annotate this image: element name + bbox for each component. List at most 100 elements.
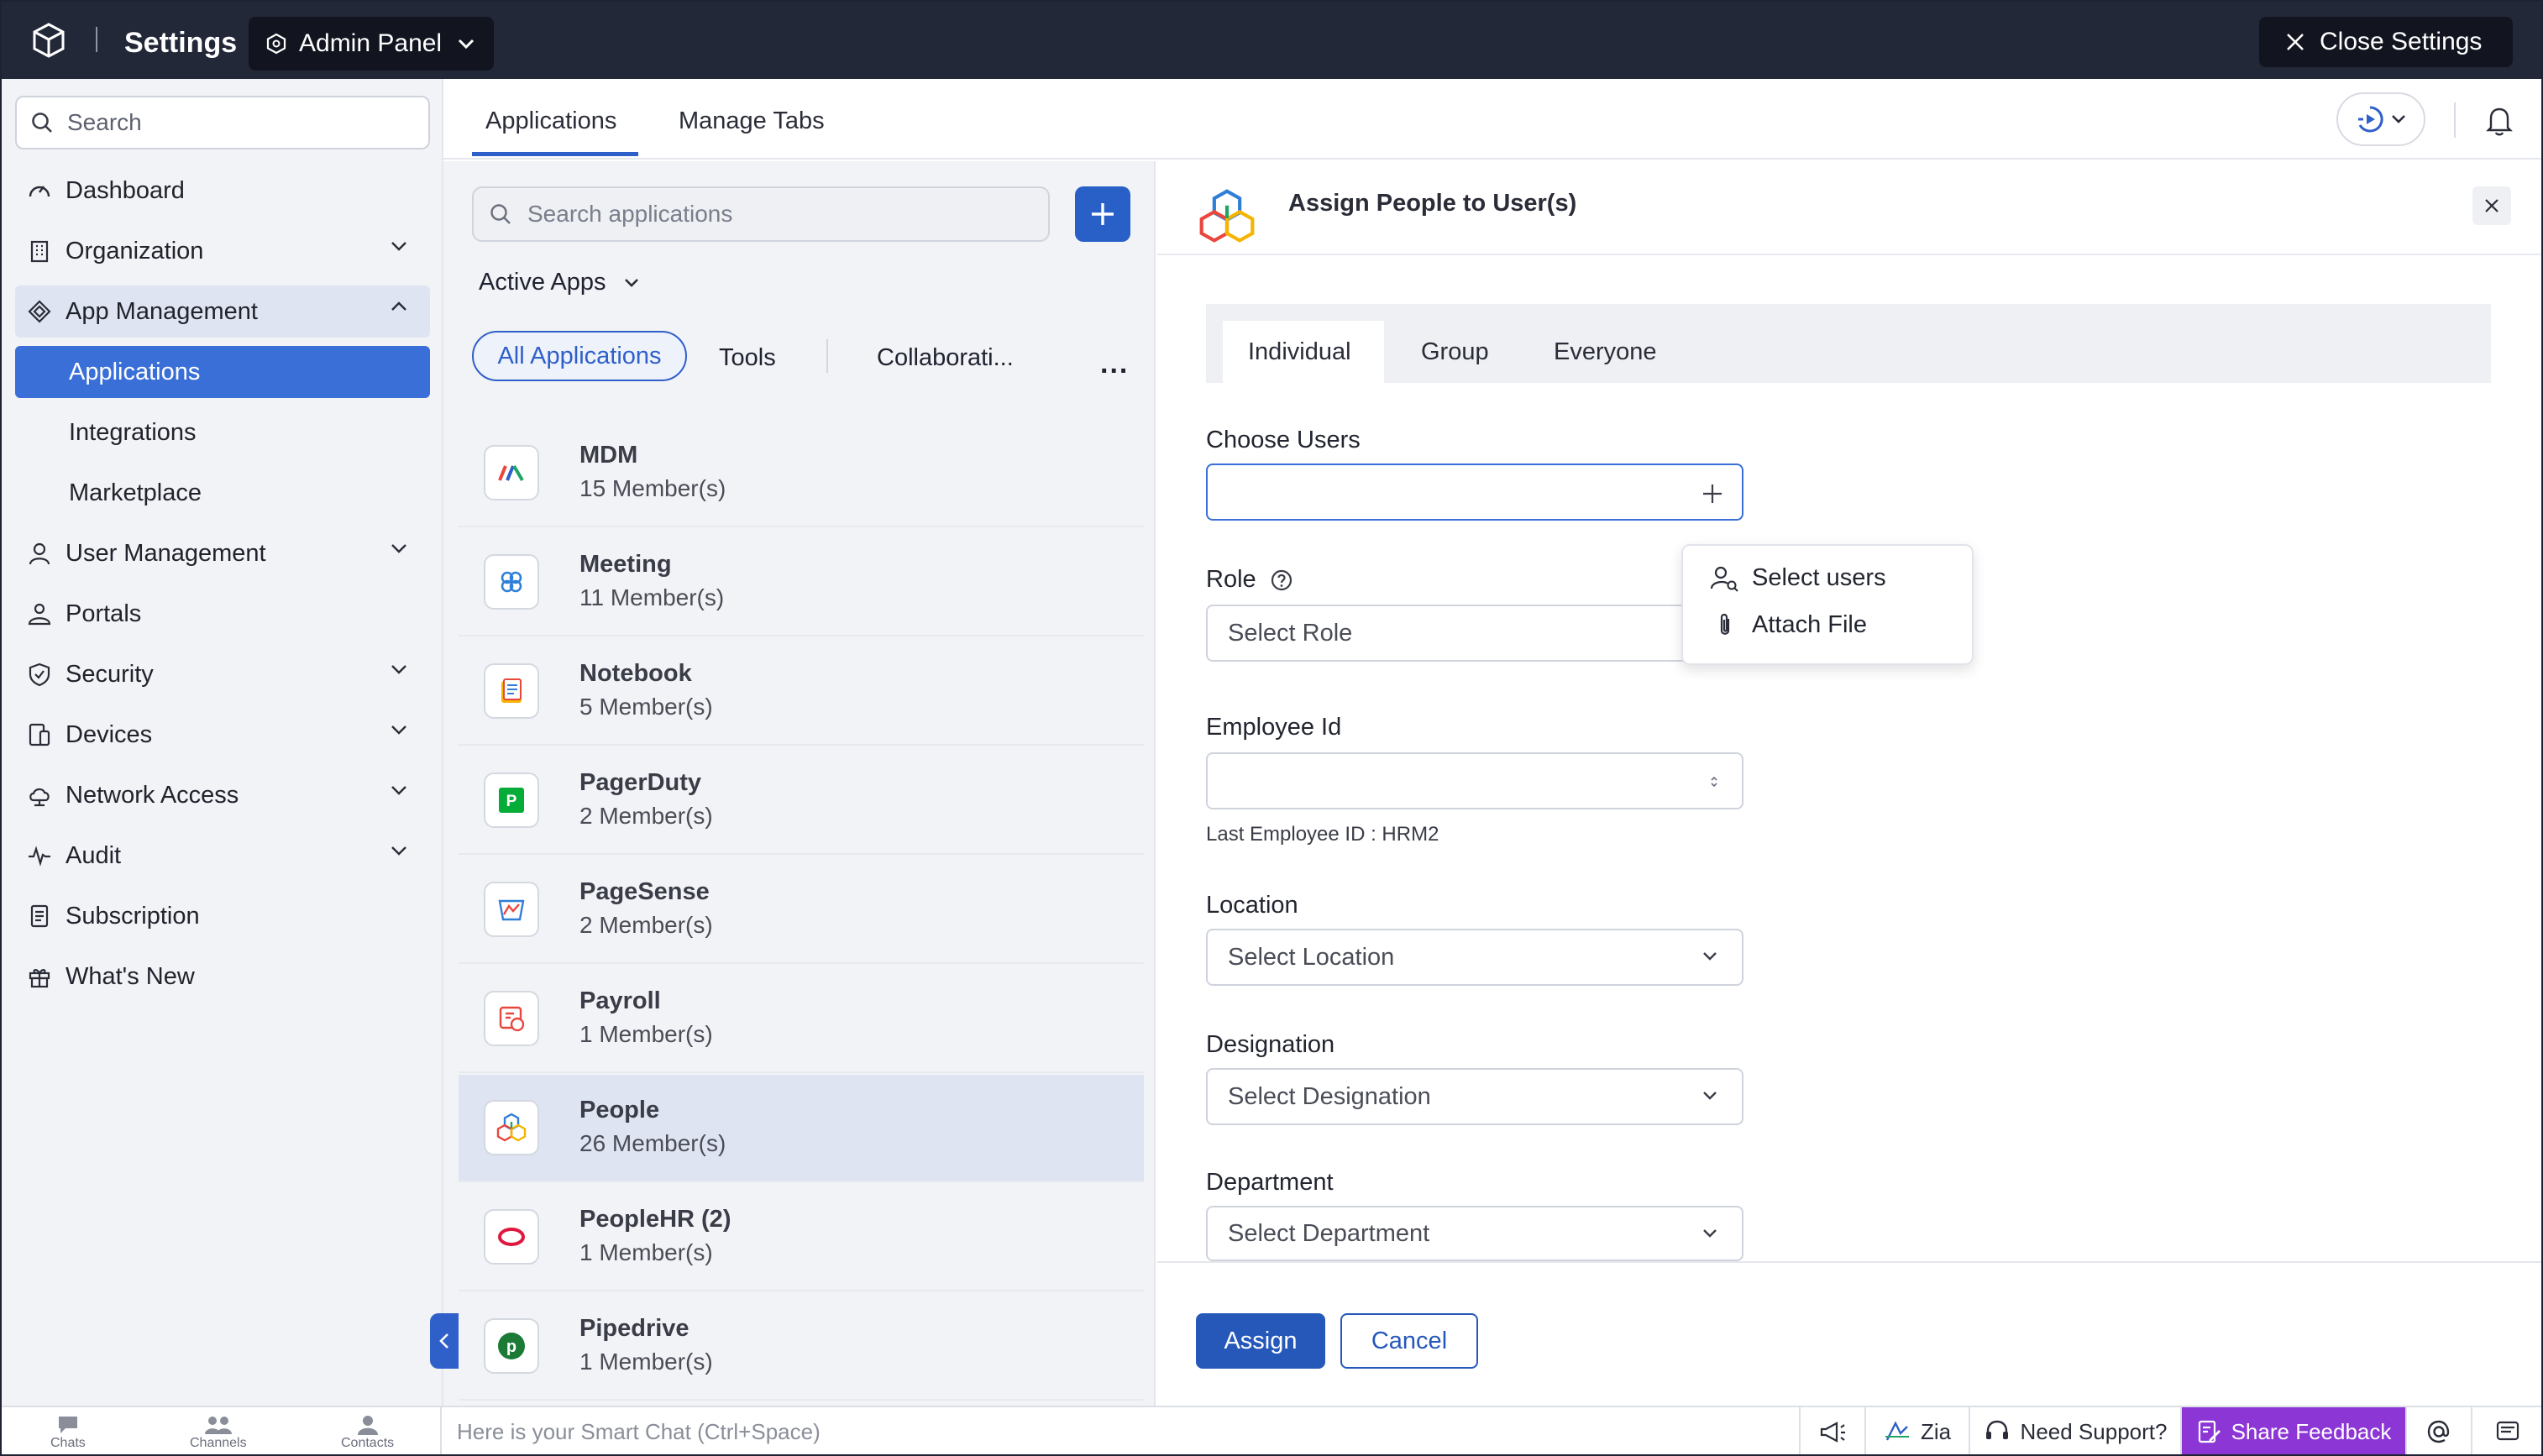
app-name: People xyxy=(579,1097,660,1123)
sidebar-item-organization[interactable]: Organization xyxy=(15,225,430,277)
app-logo-icon[interactable] xyxy=(30,22,67,59)
app-row-mdm[interactable]: MDM 15 Member(s) xyxy=(459,420,1144,527)
at-sign-icon xyxy=(2425,1417,2453,1446)
sidebar-item-security[interactable]: Security xyxy=(15,648,430,700)
category-tools[interactable]: Tools xyxy=(719,344,776,372)
app-row-pipedrive[interactable]: p Pipedrive 1 Member(s) xyxy=(459,1293,1144,1401)
app-row-peoplehr[interactable]: PeopleHR (2) 1 Member(s) xyxy=(459,1184,1144,1291)
chevron-down-icon xyxy=(457,38,475,50)
smart-chat-input[interactable]: Here is your Smart Chat (Ctrl+Space) xyxy=(457,1419,821,1445)
chevron-left-icon xyxy=(438,1332,450,1350)
plus-icon xyxy=(1088,200,1117,228)
help-icon[interactable] xyxy=(1270,568,1293,592)
sidebar-item-integrations[interactable]: Integrations xyxy=(15,406,430,458)
cancel-button[interactable]: Cancel xyxy=(1340,1313,1478,1369)
onboarding-play-button[interactable] xyxy=(2336,92,2425,146)
admin-panel-label: Admin Panel xyxy=(299,29,443,57)
tab-manage-tabs[interactable]: Manage Tabs xyxy=(679,107,825,135)
designation-placeholder: Select Designation xyxy=(1228,1082,1431,1110)
app-name: PageSense xyxy=(579,878,710,905)
segment-group[interactable]: Group xyxy=(1421,321,1489,383)
app-row-pagesense[interactable]: PageSense 2 Member(s) xyxy=(459,856,1144,964)
search-applications-input[interactable]: Search applications xyxy=(472,186,1050,242)
tab-applications[interactable]: Applications xyxy=(485,107,616,135)
close-icon xyxy=(2483,197,2500,214)
more-categories-button[interactable]: ... xyxy=(1100,348,1129,380)
notebook-app-icon xyxy=(484,663,539,719)
app-row-meeting[interactable]: Meeting 11 Member(s) xyxy=(459,529,1144,636)
sidebar-item-network-access[interactable]: Network Access xyxy=(15,769,430,821)
channels-button[interactable]: Channels xyxy=(190,1414,247,1451)
sidebar-item-label: Devices xyxy=(66,720,153,748)
sidebar-item-label: Dashboard xyxy=(66,176,185,204)
role-select[interactable]: Select Role xyxy=(1206,605,1743,662)
assign-button[interactable]: Assign xyxy=(1196,1313,1325,1369)
app-row-pagerduty[interactable]: P PagerDuty 2 Member(s) xyxy=(459,747,1144,855)
sidebar-item-user-management[interactable]: User Management xyxy=(15,527,430,579)
meeting-app-icon xyxy=(484,554,539,610)
menu-item-label: Attach File xyxy=(1752,611,1867,638)
choose-users-menu: Select users Attach File xyxy=(1681,544,1974,665)
sidebar-item-audit[interactable]: Audit xyxy=(15,830,430,882)
chats-button[interactable]: Chats xyxy=(50,1414,86,1451)
portals-icon xyxy=(27,601,52,626)
menu-item-select-users[interactable]: Select users xyxy=(1710,564,1886,592)
pulse-icon xyxy=(27,843,52,868)
announcements-button[interactable] xyxy=(1799,1407,1864,1456)
menu-item-attach-file[interactable]: Attach File xyxy=(1710,611,1867,639)
sidebar-item-whats-new[interactable]: What's New xyxy=(15,951,430,1003)
peoplehr-app-icon xyxy=(484,1209,539,1265)
app-row-payroll[interactable]: Payroll 1 Member(s) xyxy=(459,966,1144,1073)
department-placeholder: Select Department xyxy=(1228,1219,1430,1247)
pagerduty-app-icon: P xyxy=(484,773,539,828)
category-all-applications[interactable]: All Applications xyxy=(472,331,687,381)
spinner-arrows-icon[interactable] xyxy=(1710,776,1718,788)
sidebar-search-input[interactable]: Search xyxy=(15,96,430,149)
gift-icon xyxy=(27,964,52,989)
sidebar-item-portals[interactable]: Portals xyxy=(15,588,430,640)
active-apps-filter[interactable]: Active Apps xyxy=(479,269,640,296)
sidebar-item-dashboard[interactable]: Dashboard xyxy=(15,165,430,217)
sidebar-item-subscription[interactable]: Subscription xyxy=(15,890,430,942)
sidebar-item-app-management[interactable]: App Management xyxy=(15,285,430,338)
bell-icon[interactable] xyxy=(2484,104,2514,136)
app-member-count: 5 Member(s) xyxy=(579,694,713,720)
app-member-count: 2 Member(s) xyxy=(579,912,713,938)
need-support-label: Need Support? xyxy=(2020,1418,2168,1444)
collapse-panel-button[interactable] xyxy=(430,1313,459,1369)
sidebar-item-marketplace[interactable]: Marketplace xyxy=(15,467,430,519)
svg-text:P: P xyxy=(506,793,517,810)
shield-icon xyxy=(27,662,52,687)
sidebar-item-devices[interactable]: Devices xyxy=(15,709,430,761)
category-collaboration[interactable]: Collaborati... xyxy=(877,344,1014,372)
location-select[interactable]: Select Location xyxy=(1206,929,1743,986)
add-application-button[interactable] xyxy=(1075,186,1130,242)
sidebar-item-label: Subscription xyxy=(66,902,200,930)
document-icon xyxy=(27,903,52,929)
segment-individual[interactable]: Individual xyxy=(1223,321,1384,383)
pagesense-app-icon xyxy=(484,882,539,937)
paperclip-icon xyxy=(1710,612,1740,639)
zia-button[interactable]: Zia xyxy=(1864,1407,1969,1456)
choose-users-input[interactable] xyxy=(1206,464,1743,521)
employee-id-input[interactable] xyxy=(1206,752,1743,809)
sidebar-item-applications[interactable]: Applications xyxy=(15,346,430,398)
mention-button[interactable] xyxy=(2405,1407,2471,1456)
need-support-button[interactable]: Need Support? xyxy=(1969,1407,2180,1456)
share-feedback-button[interactable]: Share Feedback xyxy=(2180,1407,2405,1456)
contacts-button[interactable]: Contacts xyxy=(341,1414,394,1451)
app-management-icon xyxy=(27,299,52,324)
close-settings-button[interactable]: Close Settings xyxy=(2259,17,2513,67)
designation-select[interactable]: Select Designation xyxy=(1206,1068,1743,1125)
department-select[interactable]: Select Department xyxy=(1206,1206,1743,1261)
app-row-people[interactable]: People 26 Member(s) xyxy=(459,1075,1144,1182)
sidebar-item-label: Portals xyxy=(66,600,142,627)
plus-icon[interactable] xyxy=(1701,483,1723,505)
devices-icon xyxy=(27,722,52,747)
segment-everyone[interactable]: Everyone xyxy=(1554,321,1657,383)
app-name: MDM xyxy=(579,442,638,469)
close-panel-button[interactable] xyxy=(2472,186,2511,225)
chat-window-button[interactable] xyxy=(2471,1407,2543,1456)
app-row-notebook[interactable]: Notebook 5 Member(s) xyxy=(459,638,1144,746)
admin-panel-dropdown[interactable]: Admin Panel xyxy=(249,17,494,71)
